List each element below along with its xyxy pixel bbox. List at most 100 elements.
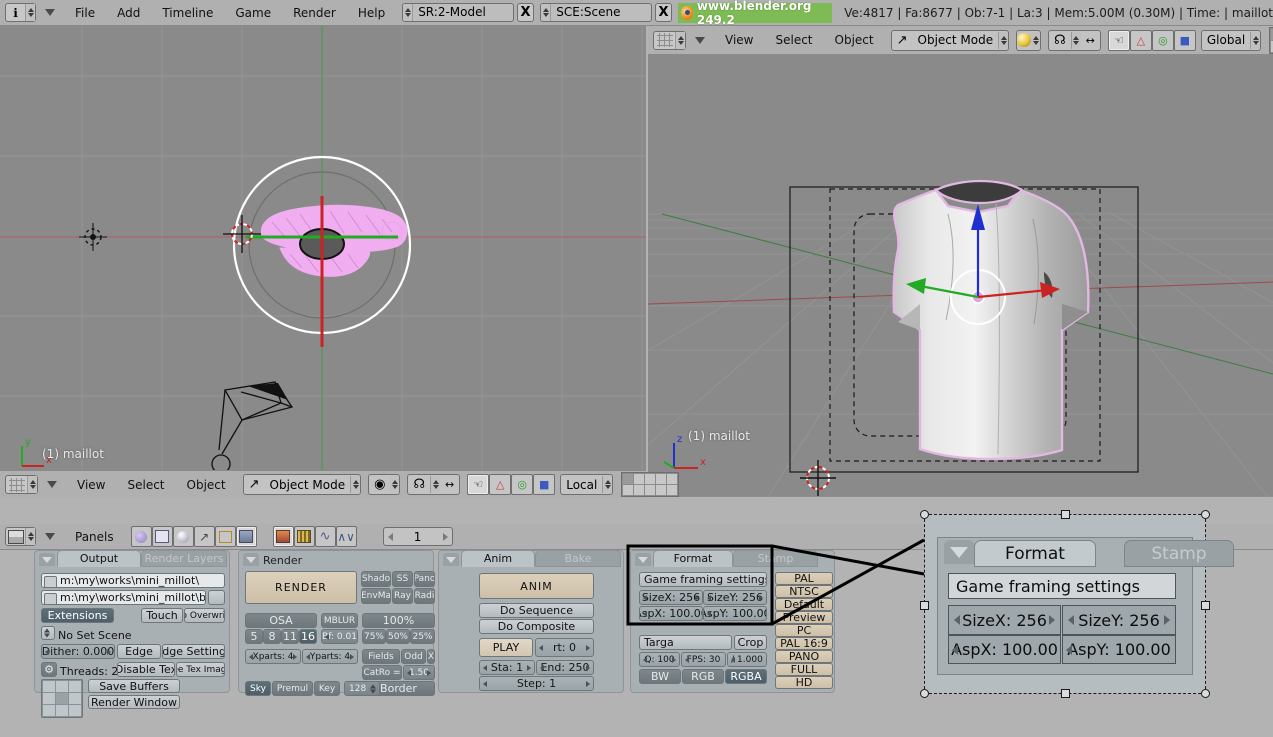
viewport-right-shading-selector[interactable]: [1016, 30, 1041, 51]
blender-website-link[interactable]: www.blender.org 249.2: [678, 3, 832, 23]
xparts-field[interactable]: Xparts: 4: [245, 649, 301, 664]
callout-handle-r[interactable]: [1201, 601, 1210, 610]
fields-toggle[interactable]: Fields: [362, 649, 400, 664]
callout-handle-br[interactable]: [1201, 689, 1210, 698]
lamp-icon[interactable]: [215, 526, 236, 547]
extensions-button[interactable]: Extensions: [41, 608, 114, 623]
viewport-right[interactable]: z x (1) maillot: [648, 54, 1273, 497]
file-browse-icon[interactable]: [44, 593, 57, 605]
catro-value-field[interactable]: 1.50: [403, 665, 435, 680]
spinner-icon[interactable]: [27, 476, 37, 493]
frame-counter[interactable]: 1: [383, 527, 453, 546]
delete-screen-button[interactable]: X: [517, 3, 535, 22]
viewport-right-menu-object[interactable]: Object: [824, 27, 885, 53]
size-50-button[interactable]: 50%: [386, 629, 410, 644]
screen-selector[interactable]: SR:2-Model: [402, 3, 513, 22]
orientation-spinner-icon[interactable]: [1250, 32, 1260, 49]
asp-y-field[interactable]: AspY: 100.00: [703, 606, 767, 621]
edge-button[interactable]: Edge: [117, 644, 161, 659]
tab-anim[interactable]: Anim: [461, 550, 535, 567]
viewport-right-mode-selector[interactable]: ↗ Object Mode: [891, 30, 1010, 51]
screen-spinner-icon[interactable]: [403, 4, 413, 21]
radio-toggle[interactable]: Radi: [414, 588, 435, 604]
rgb-button[interactable]: RGB: [682, 669, 724, 684]
edge-settings-button[interactable]: Edge Settings: [162, 644, 225, 659]
pivot-spinner-icon[interactable]: [1071, 32, 1081, 49]
size-75-button[interactable]: 75%: [362, 629, 386, 644]
preset-pal-16-9[interactable]: PAL 16:9: [775, 637, 833, 650]
frame-prev-icon[interactable]: [388, 533, 393, 541]
scale-icon[interactable]: ■: [1174, 30, 1196, 51]
tab-output[interactable]: Output: [57, 550, 141, 567]
hand-icon[interactable]: ☜: [467, 474, 489, 495]
premul-toggle[interactable]: Premul: [272, 681, 313, 696]
spinner-icon[interactable]: [675, 32, 685, 49]
anim-button[interactable]: ANIM: [479, 573, 594, 599]
output-path-field[interactable]: m:\my\works\mini_millot\: [41, 573, 225, 588]
viewport-left-layer-buttons[interactable]: [621, 472, 679, 497]
viewport-left-menu-select[interactable]: Select: [116, 472, 175, 498]
viewport-right-orientation-selector[interactable]: Global: [1201, 30, 1261, 51]
object-icon[interactable]: [152, 526, 173, 547]
menu-render[interactable]: Render: [282, 0, 347, 26]
file-browse-icon[interactable]: [44, 576, 57, 588]
mode-spinner-icon[interactable]: [998, 32, 1008, 49]
mblur-toggle[interactable]: MBLUR: [321, 613, 358, 628]
fps-base-field[interactable]: / 1.000: [727, 652, 767, 667]
quality-field[interactable]: Q: 100: [639, 652, 680, 667]
shading-spinner-icon[interactable]: [390, 476, 399, 493]
file-type-selector[interactable]: Targa: [639, 635, 732, 650]
output-grid-buttons[interactable]: [41, 679, 83, 718]
viewport-left-shading-selector[interactable]: ◉: [368, 474, 400, 495]
tab-render-layers[interactable]: Render Layers: [141, 550, 227, 567]
callout-size-y-field[interactable]: SizeY: 256: [1062, 605, 1176, 635]
callout-handle-bl[interactable]: [920, 689, 929, 698]
frame-next-icon[interactable]: [443, 533, 448, 541]
osa-5[interactable]: 5: [245, 629, 263, 644]
delete-scene-button[interactable]: X: [655, 3, 673, 22]
osa-8[interactable]: 8: [263, 629, 281, 644]
bw-button[interactable]: BW: [639, 669, 681, 684]
do-composite-button[interactable]: Do Composite: [479, 619, 594, 634]
osa-11[interactable]: 11: [281, 629, 299, 644]
save-buffers-button[interactable]: Save Buffers: [88, 679, 180, 693]
render-window-selector[interactable]: Render Window: [88, 695, 180, 709]
editor-type-selector-view3d-right[interactable]: [653, 31, 686, 50]
preset-pal[interactable]: PAL: [775, 572, 833, 585]
viewport-left-menu-view[interactable]: View: [66, 472, 116, 498]
ray-toggle[interactable]: Ray: [392, 588, 413, 604]
sound-icon[interactable]: ∿: [315, 526, 336, 547]
viewport-right-pivot-selector[interactable]: ☊ ↔: [1048, 30, 1101, 51]
rgba-button[interactable]: RGBA: [725, 669, 767, 684]
fps-field[interactable]: FPS: 30: [681, 652, 726, 667]
preset-ntsc[interactable]: NTSC: [775, 585, 833, 598]
fields-x-toggle[interactable]: X: [427, 649, 435, 664]
rt-field[interactable]: rt: 0: [535, 638, 594, 657]
preset-preview[interactable]: Preview: [775, 611, 833, 624]
material-icon[interactable]: [173, 526, 194, 547]
size-25-button[interactable]: 25%: [410, 629, 435, 644]
panel-output-collapse-icon[interactable]: [39, 553, 55, 566]
rotate-icon[interactable]: ◎: [511, 474, 533, 495]
pivot-spinner-icon[interactable]: [430, 476, 440, 493]
do-sequence-button[interactable]: Do Sequence: [479, 603, 594, 618]
pano-toggle[interactable]: Pano: [414, 571, 435, 587]
crop-toggle[interactable]: Crop: [734, 635, 767, 650]
threads-auto-icon[interactable]: ⚙: [41, 662, 57, 677]
tab-stamp[interactable]: Stamp: [733, 550, 818, 567]
set-scene-selector[interactable]: [41, 626, 55, 640]
viewport-left-orientation-selector[interactable]: Local: [560, 474, 613, 495]
envmap-toggle[interactable]: EnvMa: [361, 588, 391, 604]
render-icon[interactable]: [273, 526, 294, 547]
play-button[interactable]: PLAY: [479, 638, 533, 657]
scale-icon[interactable]: ■: [533, 474, 555, 495]
callout-size-x-field[interactable]: SizeX: 256: [948, 605, 1061, 635]
callout-panel-collapse-icon[interactable]: [944, 540, 974, 564]
panels-menu[interactable]: Panels: [64, 524, 125, 550]
render-button[interactable]: RENDER: [245, 571, 357, 604]
effects-icon[interactable]: ∧∨: [336, 526, 357, 547]
game-framing-button[interactable]: Game framing settings: [639, 572, 767, 587]
translate-icon[interactable]: △: [489, 474, 511, 495]
editor-type-selector-view3d-left[interactable]: [5, 475, 38, 494]
size-100-button[interactable]: 100%: [362, 613, 435, 628]
